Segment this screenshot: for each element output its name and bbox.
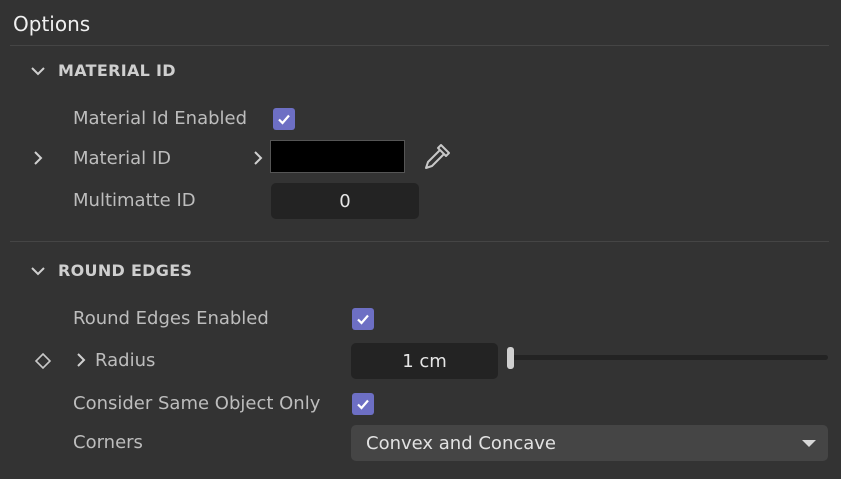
divider	[10, 45, 829, 46]
chevron-right-icon[interactable]	[251, 150, 265, 166]
round-edges-enabled-checkbox[interactable]	[352, 308, 374, 330]
corners-dropdown[interactable]: Convex and Concave	[351, 425, 828, 461]
radius-label: Radius	[95, 350, 156, 371]
section-title: MATERIAL ID	[58, 61, 176, 80]
chevron-right-icon[interactable]	[30, 150, 46, 166]
caret-down-icon	[802, 440, 816, 447]
multimatte-id-label: Multimatte ID	[73, 190, 196, 211]
radius-slider-handle[interactable]	[507, 347, 514, 369]
section-title: ROUND EDGES	[58, 261, 193, 280]
chevron-down-icon	[31, 66, 45, 75]
section-header-material-id[interactable]: MATERIAL ID	[30, 61, 176, 80]
checkmark-icon	[357, 399, 369, 410]
radius-input[interactable]: 1 cm	[351, 343, 498, 379]
material-id-color-swatch[interactable]	[270, 140, 405, 173]
section-header-round-edges[interactable]: ROUND EDGES	[30, 261, 192, 280]
checkmark-icon	[278, 114, 290, 125]
consider-same-object-checkbox[interactable]	[352, 393, 374, 415]
panel-title: Options	[13, 12, 91, 36]
material-id-enabled-label: Material Id Enabled	[73, 108, 248, 129]
material-id-label: Material ID	[73, 148, 172, 169]
eyedropper-icon	[425, 144, 450, 169]
eyedropper-button[interactable]	[419, 140, 455, 174]
material-id-enabled-checkbox[interactable]	[273, 108, 295, 130]
chevron-right-icon[interactable]	[74, 352, 88, 368]
radius-slider-track[interactable]	[508, 355, 828, 360]
consider-same-object-label: Consider Same Object Only	[73, 393, 321, 414]
divider	[10, 241, 829, 242]
multimatte-id-input[interactable]: 0	[271, 183, 419, 219]
keyframe-diamond-icon[interactable]	[34, 352, 52, 370]
chevron-down-icon	[31, 266, 45, 275]
corners-selected-value: Convex and Concave	[366, 432, 557, 454]
round-edges-enabled-label: Round Edges Enabled	[73, 308, 269, 329]
corners-label: Corners	[73, 432, 143, 453]
checkmark-icon	[357, 314, 369, 325]
